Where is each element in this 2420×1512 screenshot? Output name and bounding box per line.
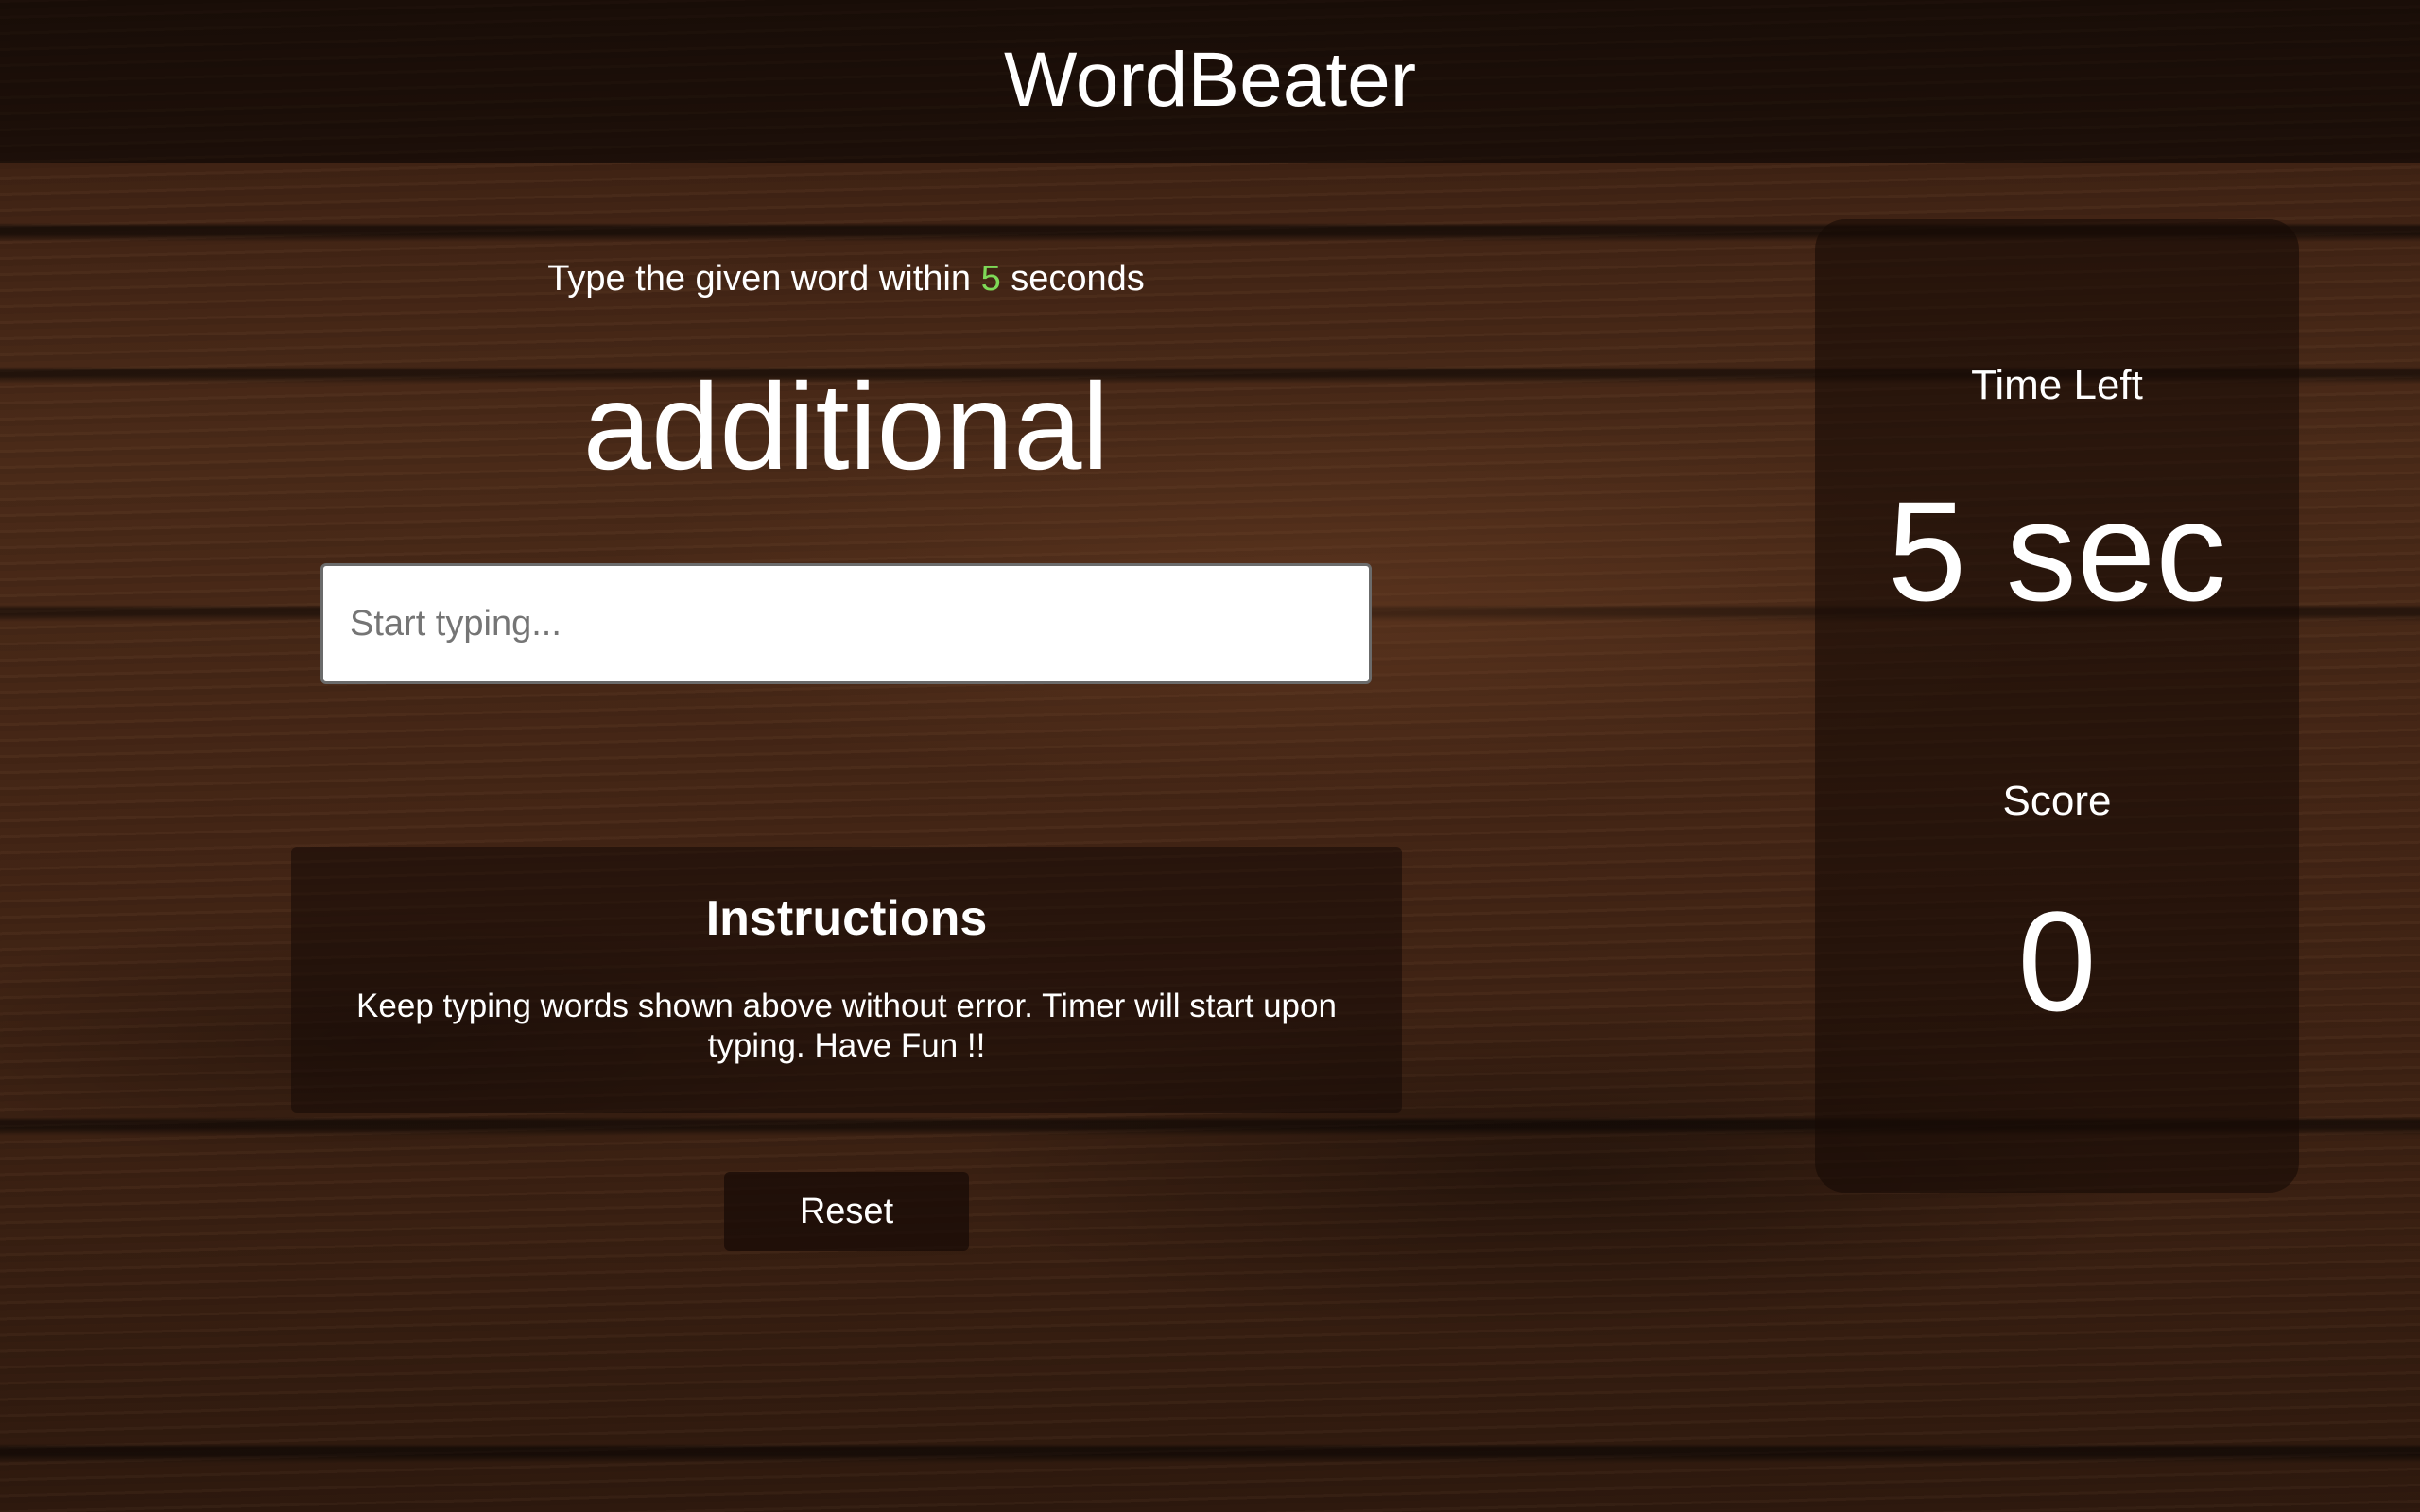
app-title: WordBeater — [1003, 37, 1417, 123]
instruction-suffix: seconds — [1000, 259, 1145, 299]
instructions-heading: Instructions — [705, 891, 988, 946]
seconds-highlight: 5 — [980, 259, 1001, 299]
stats-panel: Time Left 5 sec Score 0 — [1815, 219, 2299, 1193]
instructions-panel: Instructions Keep typing words shown abo… — [291, 847, 1402, 1113]
reset-button[interactable]: Reset — [724, 1172, 969, 1251]
instructions-text: Keep typing words shown above without er… — [356, 988, 1337, 1064]
instruction-prefix: Type the given word within — [547, 259, 981, 299]
top-bar: WordBeater — [0, 0, 2420, 163]
time-left-value: 5 sec — [1887, 472, 2227, 630]
score-label: Score — [2002, 778, 2112, 824]
game-area: Type the given word within 5 seconds add… — [284, 236, 1409, 684]
instruction-line: Type the given word within 5 seconds — [284, 236, 1409, 297]
time-left-label: Time Left — [1971, 362, 2143, 408]
current-word: additional — [582, 357, 1110, 495]
word-input[interactable] — [320, 563, 1372, 684]
score-value: 0 — [2017, 882, 2097, 1040]
